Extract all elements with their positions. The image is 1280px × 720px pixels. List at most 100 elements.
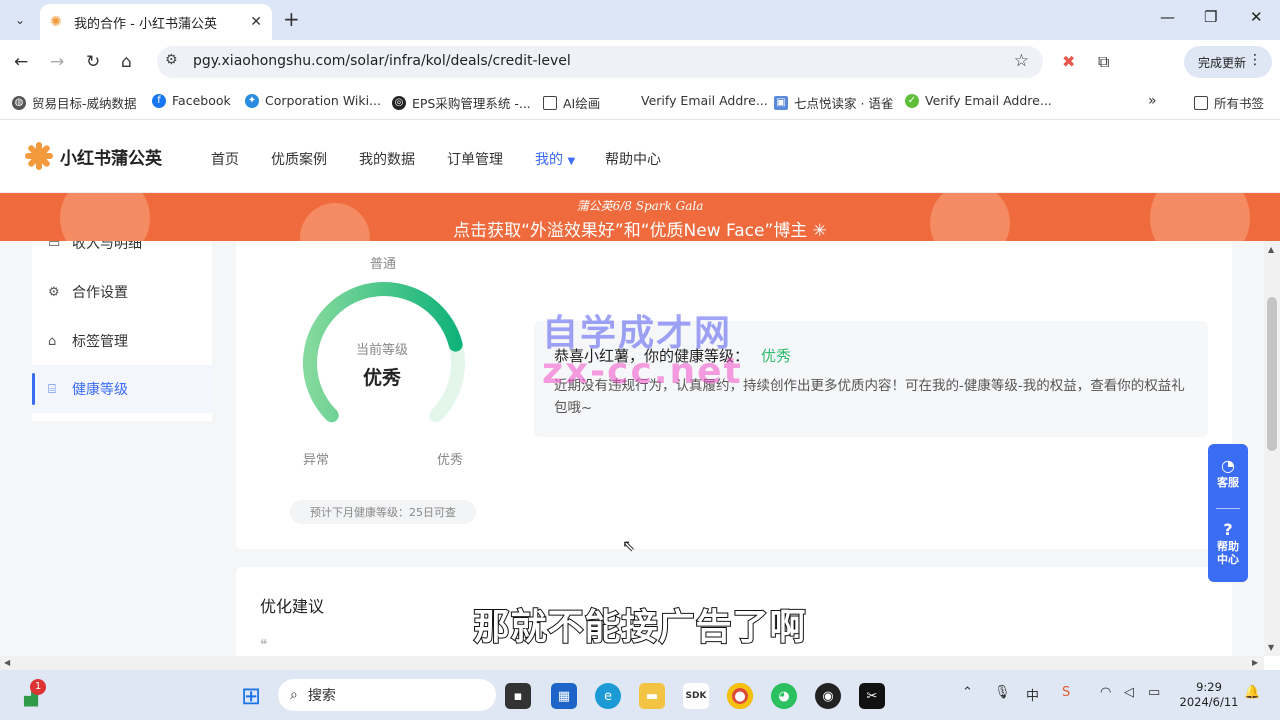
scroll-right-icon[interactable]: ▶ [1252,658,1258,667]
tag-icon: ⌂ [48,333,57,349]
extensions-puzzle-icon[interactable]: ⧉ [1098,52,1109,72]
taskbar-search[interactable]: ⌕ 搜索 [278,679,496,711]
site-logo[interactable]: 小红书蒲公英 [24,141,162,171]
update-button[interactable]: 完成更新 ⋮ [1184,46,1272,78]
close-window-icon[interactable]: ✕ [1250,8,1263,26]
minimize-icon[interactable]: — [1160,8,1175,26]
extension-icon[interactable]: ✖ [1062,52,1075,71]
volume-icon[interactable]: ◁ [1124,685,1134,700]
clock-date: 2024/6/11 [1179,695,1239,709]
bookmark-star-icon[interactable]: ☆ [1014,51,1029,71]
chrome-icon[interactable]: ● [727,683,753,709]
battery-icon[interactable]: ▭ [1148,685,1160,700]
store-icon[interactable]: ▦ [551,683,577,709]
help-center-button[interactable]: ? 帮助中心 [1208,520,1248,566]
nav-help[interactable]: 帮助中心 [605,149,661,169]
bookmark-item[interactable]: f Facebook [152,93,231,108]
browser-tab[interactable]: ✺ 我的合作 - 小红书蒲公英 ✕ [40,4,272,40]
globe-icon: ◍ [12,95,26,110]
headset-icon: ◔ [1221,456,1235,475]
health-icon: ⌸ [48,381,56,397]
float-divider [1216,508,1240,509]
taskbar-clock[interactable]: 9:29 2024/6/11 [1178,680,1240,710]
sidebar-item-income[interactable]: ▭ 收入与明细 [32,241,212,267]
bookmark-item[interactable]: ▣ 七点悦读家 · 语雀 [774,93,893,112]
customer-service-button[interactable]: ◔ 客服 [1208,456,1248,489]
gauge-label-excellent: 优秀 [437,453,464,468]
back-icon[interactable]: ← [14,52,28,72]
all-bookmarks[interactable]: 所有书签 [1194,93,1264,112]
home-icon[interactable]: ⌂ [121,52,132,72]
bookmark-item[interactable]: ✓ Verify Email Addre... [905,93,1052,108]
wechat-icon[interactable]: ◕ [771,683,797,709]
forward-icon[interactable]: → [50,52,64,72]
bookmark-label: Verify Email Addre... [641,93,768,108]
tray-expand-icon[interactable]: ⌃ [962,685,973,700]
bookmark-item[interactable]: AI绘画 [543,93,600,112]
search-icon: ⌕ [290,687,298,703]
sidebar-item-settings[interactable]: ⚙ 合作设置 [32,268,212,316]
banner-title-text: 点击获取“外溢效果好”和“优质New Face”博主 [453,221,808,241]
bookmark-item[interactable]: ✦ Corporation Wiki... [245,93,381,108]
dandelion-logo-icon [24,141,54,171]
browser-tab-bar: ⌄ ✺ 我的合作 - 小红书蒲公英 ✕ + — ❐ ✕ [0,0,1280,40]
scroll-up-icon[interactable]: ▲ [1268,245,1274,254]
ime-indicator[interactable]: 中 [1026,685,1039,704]
url-text[interactable]: pgy.xiaohongshu.com/solar/infra/kol/deal… [193,53,571,69]
bookmark-item[interactable]: ◍ 贸易目标-威纳数据 [12,93,137,112]
task-view-icon[interactable]: ▪ [505,683,531,709]
nav-cases[interactable]: 优质案例 [271,149,327,169]
site-info-icon[interactable]: ⚙ [165,52,178,68]
bookmarks-bar: ◍ 贸易目标-威纳数据 f Facebook ✦ Corporation Wiki..… [0,84,1280,120]
sidebar-item-label: 健康等级 [72,382,128,398]
watermark: 自学成才网 zx-cc.net [542,315,743,391]
new-tab-icon[interactable]: + [283,8,300,30]
bookmark-item[interactable]: Verify Email Addre... [641,93,768,108]
start-menu-icon[interactable]: ⊞ [238,682,264,710]
sidebar-item-health[interactable]: ⌸ 健康等级 [32,365,212,413]
scroll-left-icon[interactable]: ◀ [4,658,10,667]
watermark-line2: zx-cc.net [542,351,743,392]
question-icon: ? [1223,520,1233,539]
obs-icon[interactable]: ◉ [815,683,841,709]
nav-mine[interactable]: 我的 ▼ [535,149,575,169]
promo-banner[interactable]: 蒲公英6/8 Spark Gala 点击获取“外溢效果好”和“优质New Fac… [0,193,1280,241]
bookmark-label: 七点悦读家 · 语雀 [794,96,894,111]
nav-mine-label: 我的 [535,152,563,168]
reload-icon[interactable]: ↻ [86,52,100,72]
restore-icon[interactable]: ❐ [1204,8,1217,26]
facebook-icon: f [152,93,166,108]
sidebar-item-tags[interactable]: ⌂ 标签管理 [32,317,212,365]
wps-icon[interactable]: S [1062,685,1070,700]
network-icon: ✦ [245,93,259,108]
video-subtitle: 那就不能接广告了啊 [472,606,807,649]
tab-search-icon[interactable]: ⌄ [8,8,32,32]
gauge-label-normal: 普通 [370,257,397,272]
address-bar[interactable]: ⚙ pgy.xiaohongshu.com/solar/infra/kol/de… [157,46,1043,78]
bookmark-item[interactable]: ◎ EPS采购管理系统 -... [392,93,531,112]
scroll-thumb[interactable] [1267,297,1277,451]
horizontal-scrollbar[interactable]: ◀ ▶ [0,656,1264,670]
notification-badge: 1 [30,679,46,695]
file-explorer-icon[interactable]: ▬ [639,683,665,709]
close-tab-icon[interactable]: ✕ [250,14,262,30]
edge-icon[interactable]: e [595,683,621,709]
nav-my-data[interactable]: 我的数据 [359,149,415,169]
wifi-icon[interactable]: ◠ [1100,685,1111,700]
all-bookmarks-label: 所有书签 [1214,96,1265,111]
notification-bell-icon[interactable]: 🔔 [1244,685,1260,700]
more-bookmarks-icon[interactable]: » [1148,93,1157,109]
vertical-scrollbar[interactable]: ▲ ▼ [1264,241,1280,656]
nav-orders[interactable]: 订单管理 [447,149,503,169]
clock-time: 9:29 [1196,680,1222,694]
nav-home[interactable]: 首页 [211,149,239,169]
current-level-label: 当前等级 [355,343,408,358]
microphone-icon[interactable]: 🎙 [994,685,1011,700]
main-content: ▭ 收入与明细 ⚙ 合作设置 ⌂ 标签管理 ⌸ 健康等级 普通 异常 优秀 当前等级 优… [0,241,1264,656]
browser-toolbar: ← → ↻ ⌂ ⚙ pgy.xiaohongshu.com/solar/infr… [0,40,1280,84]
folder-icon [1194,95,1208,110]
more-menu-icon[interactable]: ⋮ [1248,52,1262,68]
yuque-icon: ▣ [774,95,788,110]
capcut-icon[interactable]: ✂ [859,683,885,709]
sdk-app-icon[interactable]: SDK [683,683,709,709]
